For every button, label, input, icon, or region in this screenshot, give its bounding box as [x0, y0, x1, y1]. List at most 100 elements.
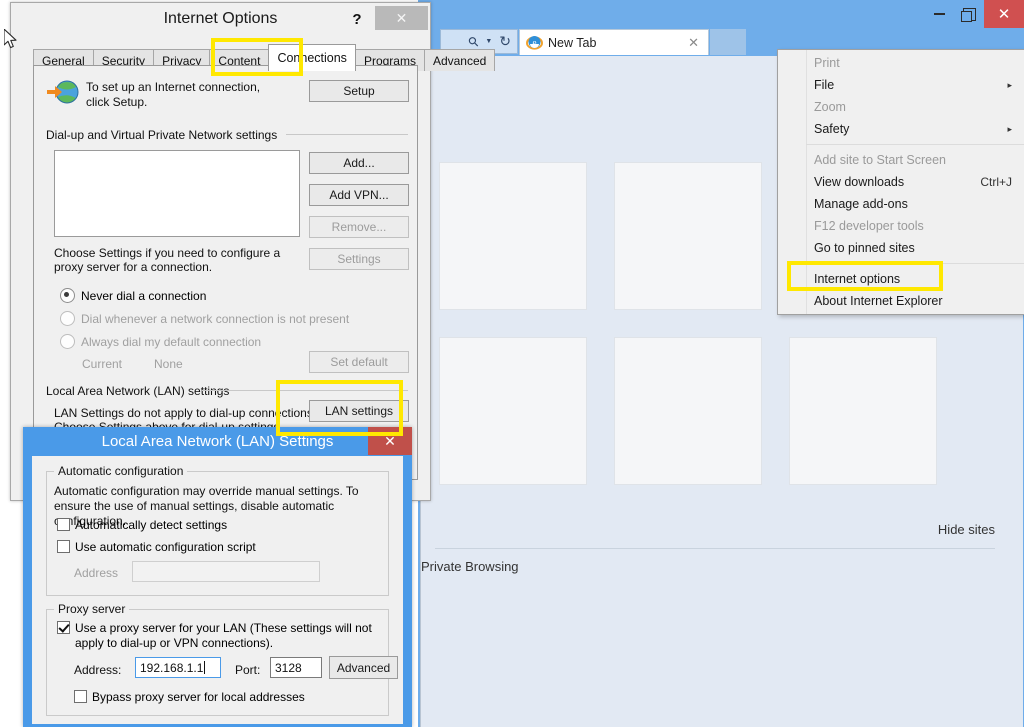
menu-item-label: Safety — [814, 122, 850, 136]
menu-item-label: File — [814, 78, 835, 92]
checkbox-label: Bypass proxy server for local addresses — [92, 690, 305, 704]
svg-text:e: e — [533, 38, 537, 48]
auto-detect-settings-checkbox[interactable]: Automatically detect settings — [57, 518, 227, 532]
menu-item-label: About Internet Explorer — [814, 294, 943, 308]
radio-never-dial[interactable]: Never dial a connection — [60, 288, 206, 303]
advanced-button[interactable]: Advanced — [329, 656, 398, 679]
lan-note-line-1: LAN Settings do not apply to dial-up con… — [54, 406, 317, 420]
tab-advanced[interactable]: Advanced — [423, 49, 496, 71]
browser-titlebar: ✕ — [418, 0, 1024, 28]
menu-item-go-to-pinned-sites[interactable]: Go to pinned sites — [778, 237, 1024, 259]
chevron-right-icon: ▸ — [1007, 79, 1012, 90]
minimize-button[interactable] — [924, 0, 954, 28]
ie-logo-icon: e — [526, 34, 543, 51]
close-button[interactable]: ✕ — [984, 0, 1024, 28]
proxy-address-input[interactable]: 192.168.1.1 — [135, 657, 221, 678]
menu-item-about-internet-explorer[interactable]: About Internet Explorer — [778, 290, 1024, 312]
radio-label: Always dial my default connection — [81, 334, 262, 349]
lan-dialog-close-button[interactable]: ✕ — [368, 427, 412, 455]
menu-item-label: F12 developer tools — [814, 219, 924, 233]
settings-hint: Choose Settings if you need to configure… — [54, 246, 281, 274]
add-button[interactable]: Add... — [309, 152, 409, 174]
site-tile[interactable] — [439, 162, 587, 310]
proxy-address-label: Address: — [74, 663, 122, 677]
tab-label: Connections — [277, 51, 347, 65]
tile-row — [439, 337, 999, 485]
button-label: LAN settings — [324, 404, 394, 418]
checkbox-icon — [57, 621, 70, 634]
connections-listbox[interactable] — [54, 150, 300, 237]
site-tile[interactable] — [614, 337, 762, 485]
radio-label: Dial whenever a network connection is no… — [81, 311, 350, 326]
lan-settings-button[interactable]: LAN settings — [309, 400, 409, 422]
checkbox-icon — [57, 540, 70, 553]
site-tile[interactable] — [614, 162, 762, 310]
hide-sites-link[interactable]: Hide sites — [938, 522, 995, 537]
site-tile[interactable] — [439, 337, 587, 485]
menu-item-zoom[interactable]: Zoom — [778, 96, 1024, 118]
new-tab-button[interactable] — [710, 29, 746, 55]
menu-item-print[interactable]: Print — [778, 52, 1024, 74]
lan-dialog-titlebar: Local Area Network (LAN) Settings ✕ — [23, 427, 412, 456]
menu-separator — [806, 263, 1024, 264]
settings-button[interactable]: Settings — [309, 248, 409, 270]
menu-item-label: Zoom — [814, 100, 846, 114]
checkbox-icon — [74, 690, 87, 703]
menu-item-label: Internet options — [814, 272, 901, 286]
radio-icon — [60, 334, 75, 349]
private-browsing-label[interactable]: Private Browsing — [421, 559, 519, 574]
help-button[interactable]: ? — [344, 8, 370, 30]
checkbox-label: Automatically detect settings — [75, 518, 228, 532]
internet-connection-icon — [46, 78, 80, 108]
menu-item-manage-add-ons[interactable]: Manage add-ons — [778, 193, 1024, 215]
proxy-port-input[interactable]: 3128 — [270, 657, 322, 678]
dialog-close-button[interactable]: ✕ — [375, 6, 428, 30]
menu-separator — [806, 144, 1024, 145]
current-label: Current — [82, 357, 123, 371]
use-automatic-configuration-script-checkbox[interactable]: Use automatic configuration script — [57, 540, 256, 554]
tab-connections[interactable]: Connections — [268, 44, 356, 71]
menu-item-internet-options[interactable]: Internet options — [778, 268, 1024, 290]
lan-dialog-body: Automatic configuration Automatic config… — [32, 456, 403, 724]
dialog-titlebar: Internet Options ? ✕ — [11, 3, 430, 35]
tools-menu: Print File ▸ Zoom Safety ▸ Add site to S… — [777, 49, 1024, 315]
current-value: None — [154, 357, 183, 371]
site-tile[interactable] — [789, 337, 937, 485]
radio-icon — [60, 311, 75, 326]
proxy-port-value: 3128 — [275, 660, 302, 675]
checkbox-label: Use a proxy server for your LAN (These s… — [75, 621, 372, 650]
button-label: Remove... — [331, 220, 387, 234]
connections-panel: To set up an Internet connection, click … — [33, 65, 418, 480]
set-default-button[interactable]: Set default — [309, 351, 409, 373]
script-address-input[interactable] — [132, 561, 320, 582]
menu-item-f12-developer-tools[interactable]: F12 developer tools — [778, 215, 1024, 237]
tab-close-icon[interactable]: ✕ — [685, 35, 702, 51]
button-label: Advanced — [336, 660, 391, 675]
proxy-port-label: Port: — [235, 663, 261, 677]
menu-item-file[interactable]: File ▸ — [778, 74, 1024, 96]
button-label: Add VPN... — [329, 188, 389, 202]
menu-item-safety[interactable]: Safety ▸ — [778, 118, 1024, 140]
group-divider — [202, 390, 408, 391]
page-divider — [435, 548, 995, 549]
screen: ✕ ⚲ ▼ ↻ e New Tab ✕ Hide sites Private B… — [0, 0, 1024, 727]
radio-always-dial[interactable]: Always dial my default connection — [60, 334, 261, 349]
dialog-title: Internet Options — [163, 10, 278, 27]
remove-button[interactable]: Remove... — [309, 216, 409, 238]
bypass-proxy-checkbox[interactable]: Bypass proxy server for local addresses — [74, 690, 305, 704]
setup-button[interactable]: Setup — [309, 80, 409, 102]
menu-item-add-site-to-start-screen[interactable]: Add site to Start Screen — [778, 149, 1024, 171]
add-vpn-button[interactable]: Add VPN... — [309, 184, 409, 206]
menu-item-view-downloads[interactable]: View downloads Ctrl+J — [778, 171, 1024, 193]
browser-tab[interactable]: e New Tab ✕ — [519, 29, 709, 55]
menu-item-shortcut: Ctrl+J — [980, 175, 1012, 189]
radio-dial-whenever[interactable]: Dial whenever a network connection is no… — [60, 311, 349, 326]
restore-button[interactable] — [954, 0, 984, 28]
refresh-icon[interactable]: ↻ — [499, 33, 511, 50]
button-label: Settings — [337, 252, 381, 266]
close-icon: ✕ — [997, 6, 1011, 23]
use-proxy-server-checkbox[interactable]: Use a proxy server for your LAN (These s… — [57, 621, 377, 651]
button-label: Setup — [343, 84, 375, 98]
group-divider — [286, 134, 408, 135]
chevron-right-icon: ▸ — [1007, 123, 1012, 134]
